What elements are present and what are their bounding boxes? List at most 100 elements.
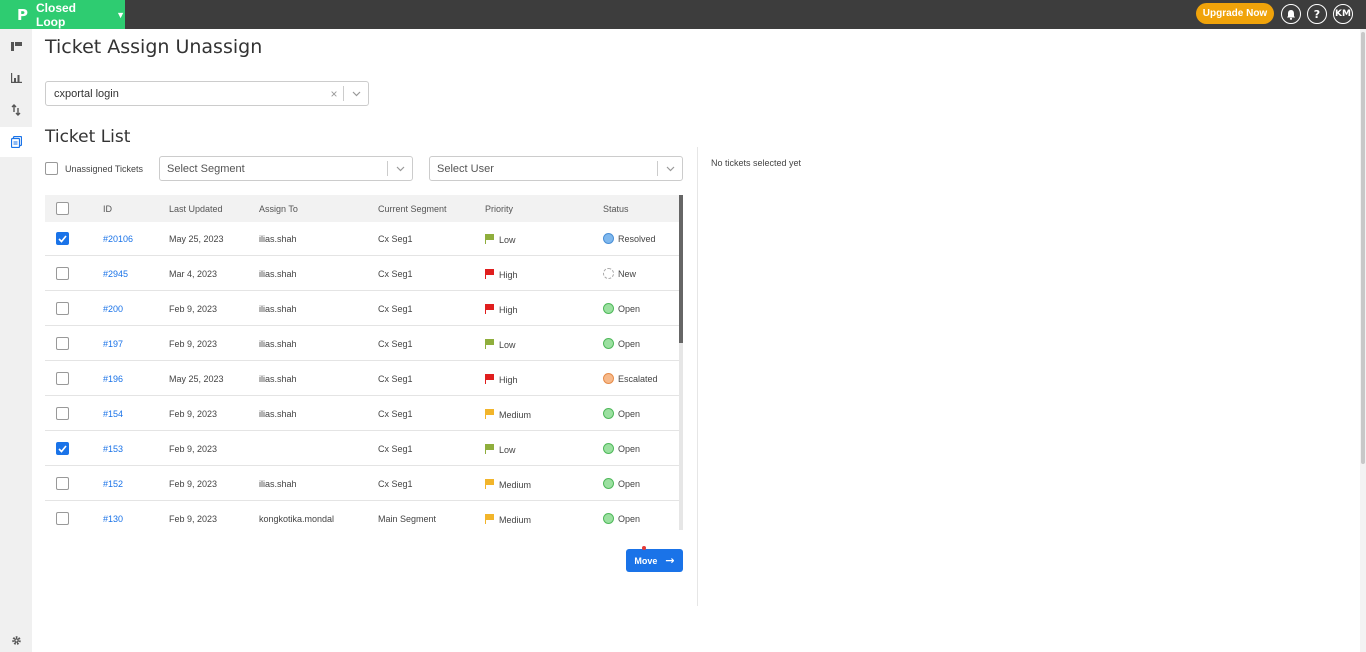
priority-label: Medium <box>499 410 532 420</box>
table-row[interactable]: #2945 Mar 4, 2023 ilias.shah Cx Seg1 High New <box>45 256 679 291</box>
row-checkbox[interactable] <box>56 302 69 315</box>
table-row[interactable]: #200 Feb 9, 2023 ilias.shah Cx Seg1 High Open <box>45 291 679 326</box>
flag-icon <box>485 444 494 454</box>
status-dot-icon <box>603 408 614 419</box>
flag-icon <box>485 409 494 419</box>
upgrade-now-button[interactable]: Upgrade Now <box>1196 3 1274 24</box>
ticket-id-link[interactable]: #154 <box>103 409 123 419</box>
priority-label: High <box>499 305 518 315</box>
status-cell: Escalated <box>603 373 658 384</box>
ticket-id-link[interactable]: #197 <box>103 339 123 349</box>
chevron-down-icon[interactable] <box>344 89 368 99</box>
status-cell: Resolved <box>603 233 656 244</box>
segment-select[interactable]: Select Segment <box>159 156 413 181</box>
app-name: Closed Loop <box>36 0 77 29</box>
user-select[interactable]: Select User <box>429 156 683 181</box>
segment-placeholder: Select Segment <box>167 162 245 175</box>
current-segment-cell: Cx Seg1 <box>378 304 413 314</box>
status-dot-icon <box>603 233 614 244</box>
sort-arrows-icon[interactable] <box>0 95 32 125</box>
avatar[interactable]: KM <box>1333 4 1353 24</box>
flag-icon <box>485 269 494 279</box>
ticket-id-link[interactable]: #200 <box>103 304 123 314</box>
current-segment-cell: Cx Seg1 <box>378 234 413 244</box>
last-updated-cell: Feb 9, 2023 <box>169 409 218 419</box>
ticket-id-link[interactable]: #130 <box>103 514 123 524</box>
current-segment-cell: Cx Seg1 <box>378 409 413 419</box>
priority-cell: Medium <box>485 409 531 420</box>
app-switcher[interactable]: P Closed Loop ▼ <box>0 0 125 29</box>
board-icon[interactable] <box>0 31 32 61</box>
table-row[interactable]: #154 Feb 9, 2023 ilias.shah Cx Seg1 Medium Op… <box>45 396 679 431</box>
ticket-icon[interactable] <box>0 127 32 157</box>
unassigned-label: Unassigned Tickets <box>65 163 144 174</box>
column-header-current-segment[interactable]: Current Segment <box>378 204 447 214</box>
status-label: Open <box>618 339 641 349</box>
move-label: Move <box>634 555 658 566</box>
row-checkbox[interactable] <box>56 267 69 280</box>
unassigned-checkbox[interactable] <box>45 162 58 175</box>
row-checkbox[interactable] <box>56 372 69 385</box>
row-checkbox[interactable] <box>56 477 69 490</box>
row-checkbox[interactable] <box>56 232 69 245</box>
row-checkbox[interactable] <box>56 442 69 455</box>
top-bar <box>0 0 1366 29</box>
status-dot-icon <box>603 373 614 384</box>
status-cell: Open <box>603 513 640 524</box>
bar-chart-icon[interactable] <box>0 63 32 93</box>
table-row[interactable]: #197 Feb 9, 2023 ilias.shah Cx Seg1 Low Open <box>45 326 679 361</box>
ticket-id-link[interactable]: #196 <box>103 374 123 384</box>
ticket-id-link[interactable]: #20106 <box>103 234 133 244</box>
chevron-down-icon[interactable] <box>388 164 412 174</box>
portal-select[interactable]: cxportal login × <box>45 81 369 106</box>
current-segment-cell: Main Segment <box>378 514 437 524</box>
status-label: Open <box>618 514 641 524</box>
status-label: Open <box>618 304 641 314</box>
chevron-down-icon[interactable] <box>658 164 682 174</box>
table-row[interactable]: #130 Feb 9, 2023 kongkotika.mondal Main Seg… <box>45 501 679 530</box>
unassigned-tickets-filter[interactable]: Unassigned Tickets <box>45 162 143 175</box>
priority-cell: Medium <box>485 514 531 525</box>
no-tickets-message: No tickets selected yet <box>711 158 802 168</box>
assign-to-cell: ilias.shah <box>259 304 297 314</box>
status-label: Resolved <box>618 234 656 244</box>
row-checkbox[interactable] <box>56 512 69 525</box>
table-scrollbar-thumb[interactable] <box>679 195 683 343</box>
priority-cell: Medium <box>485 479 531 490</box>
row-checkbox[interactable] <box>56 407 69 420</box>
select-all-checkbox[interactable] <box>56 202 69 215</box>
table-row[interactable]: #196 May 25, 2023 ilias.shah Cx Seg1 High Esc… <box>45 361 679 396</box>
column-header-last-updated[interactable]: Last Updated <box>169 204 223 214</box>
column-header-id[interactable]: ID <box>103 204 112 214</box>
ticket-id-link[interactable]: #2945 <box>103 269 128 279</box>
flag-icon <box>485 514 494 524</box>
status-dot-icon <box>603 478 614 489</box>
priority-label: Low <box>499 445 516 455</box>
column-header-priority[interactable]: Priority <box>485 204 513 214</box>
ticket-id-link[interactable]: #153 <box>103 444 123 454</box>
status-cell: New <box>603 268 636 279</box>
gear-icon[interactable] <box>0 629 32 651</box>
last-updated-cell: Mar 4, 2023 <box>169 269 218 279</box>
status-label: Open <box>618 444 641 454</box>
current-segment-cell: Cx Seg1 <box>378 444 413 454</box>
row-checkbox[interactable] <box>56 337 69 350</box>
table-row[interactable]: #153 Feb 9, 2023 Cx Seg1 Low Open <box>45 431 679 466</box>
help-icon[interactable]: ? <box>1307 4 1327 24</box>
column-header-status[interactable]: Status <box>603 204 629 214</box>
column-header-assign-to[interactable]: Assign To <box>259 204 298 214</box>
bell-icon[interactable] <box>1281 4 1301 24</box>
table-row[interactable]: #152 Feb 9, 2023 ilias.shah Cx Seg1 Medium Op… <box>45 466 679 501</box>
table-row[interactable]: #20106 May 25, 2023 ilias.shah Cx Seg1 Low Re… <box>45 221 679 256</box>
flag-icon <box>485 304 494 314</box>
clear-icon[interactable]: × <box>325 87 343 101</box>
last-updated-cell: Feb 9, 2023 <box>169 304 218 314</box>
ticket-id-link[interactable]: #152 <box>103 479 123 489</box>
assign-to-cell: ilias.shah <box>259 409 297 419</box>
page-scrollbar-thumb[interactable] <box>1361 32 1365 464</box>
status-dot-icon <box>603 303 614 314</box>
move-button[interactable]: Move → <box>626 549 683 572</box>
status-dot-icon <box>603 513 614 524</box>
current-segment-cell: Cx Seg1 <box>378 269 413 279</box>
priority-cell: Low <box>485 339 516 350</box>
